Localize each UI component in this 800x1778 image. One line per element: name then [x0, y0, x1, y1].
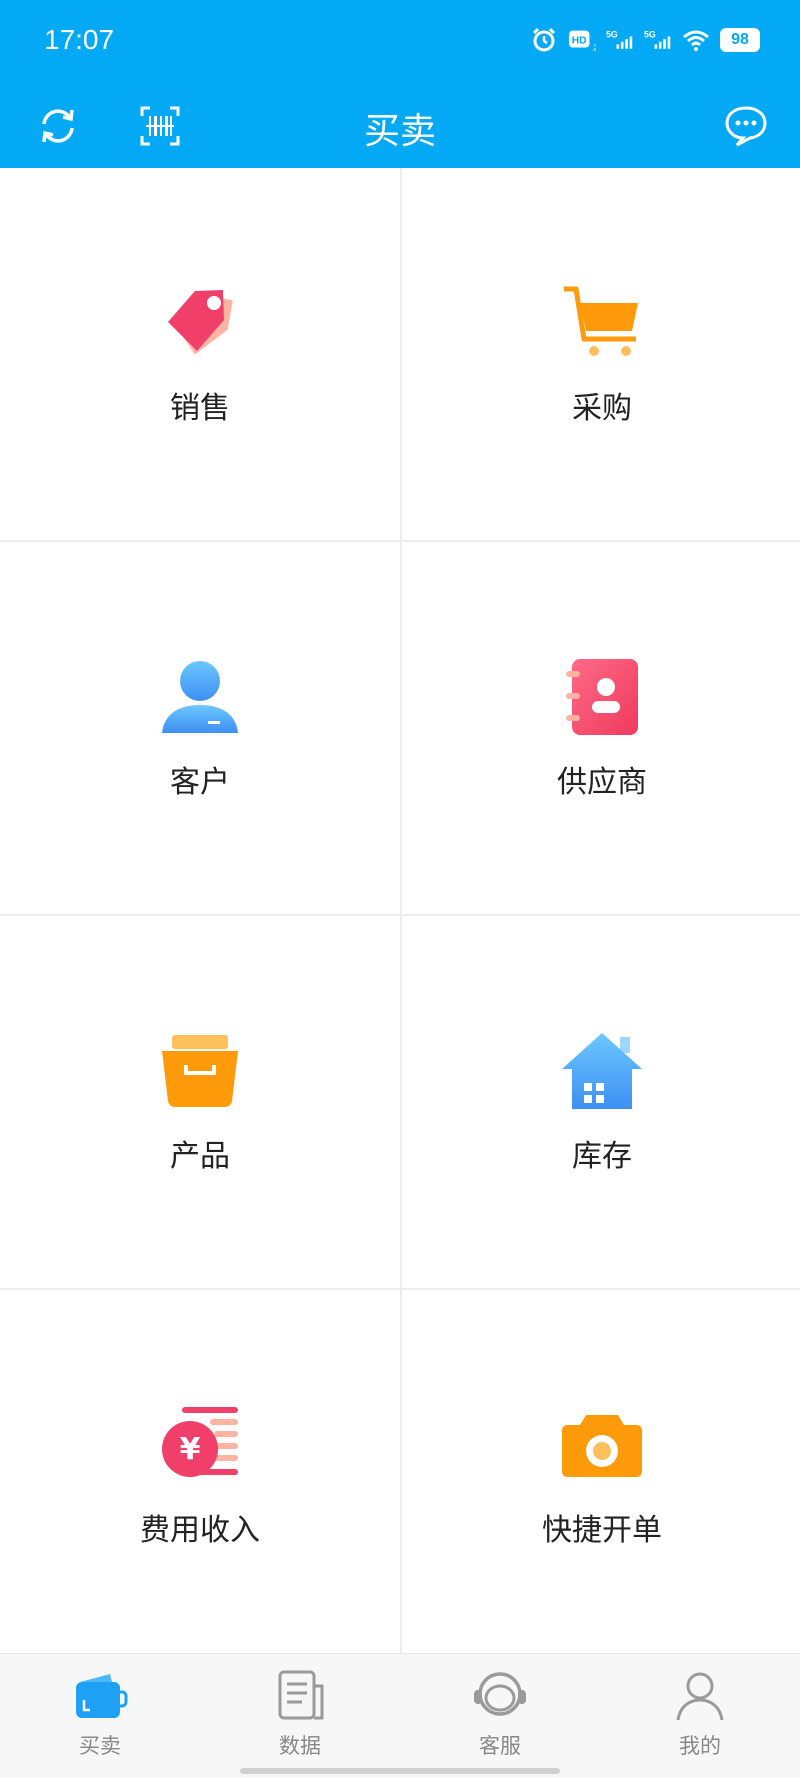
wifi-icon [682, 26, 710, 54]
status-time: 17:07 [44, 24, 115, 55]
svg-text:5G: 5G [644, 29, 656, 39]
tile-label: 库存 [572, 1139, 632, 1174]
tile-sales[interactable]: 销售 [0, 168, 400, 540]
feature-grid: 销售 采购 客户 供应商 产品 库存 ¥ 费用收入 快捷开单 [0, 168, 800, 1662]
wallet-icon [76, 1674, 128, 1718]
tile-label: 快捷开单 [542, 1513, 662, 1548]
contact-book-icon [566, 659, 638, 735]
battery-icon: 98 [720, 28, 760, 52]
tab-label: 客服 [479, 1734, 521, 1758]
tile-purchase[interactable]: 采购 [402, 168, 800, 540]
tab-buy-sell[interactable]: 买卖 [0, 1654, 200, 1778]
status-bar: 17:07 HD 2 5G 5G 98 [0, 0, 800, 84]
tab-label: 数据 [279, 1734, 321, 1758]
camera-icon [562, 1415, 642, 1477]
tile-label: 供应商 [557, 765, 647, 800]
tile-expense-income[interactable]: ¥ 费用收入 [0, 1290, 400, 1662]
yuan-coin-icon: ¥ [162, 1407, 238, 1477]
hd-icon: HD 2 [568, 26, 596, 54]
headset-icon [474, 1672, 526, 1716]
tab-mine[interactable]: 我的 [600, 1654, 800, 1778]
tile-supplier[interactable]: 供应商 [402, 542, 800, 914]
bottom-tab-bar: 买卖 数据 客服 我的 [0, 1653, 800, 1778]
svg-text:2: 2 [593, 42, 596, 52]
alarm-icon [530, 26, 558, 54]
message-icon[interactable] [720, 100, 772, 152]
svg-text:5G: 5G [606, 29, 618, 39]
tile-inventory[interactable]: 库存 [402, 916, 800, 1288]
price-tag-icon [168, 290, 233, 355]
home-indicator [240, 1768, 560, 1774]
status-icons: HD 2 5G 5G 98 [530, 26, 760, 54]
signal-5g-icon: 5G [644, 26, 672, 54]
page-title: 买卖 [363, 111, 436, 152]
app-bar: 买卖 [0, 84, 800, 168]
product-box-icon [162, 1035, 238, 1107]
tab-data[interactable]: 数据 [200, 1654, 400, 1778]
document-icon [278, 1670, 324, 1720]
tile-label: 销售 [170, 391, 230, 426]
shopping-cart-icon [564, 286, 638, 356]
svg-text:HD: HD [572, 36, 587, 47]
tab-label: 买卖 [79, 1734, 121, 1758]
tab-customer-service[interactable]: 客服 [400, 1654, 600, 1778]
tile-label: 客户 [170, 765, 230, 800]
signal-5g-icon: 5G [606, 26, 634, 54]
profile-icon [676, 1672, 724, 1721]
warehouse-house-icon [562, 1033, 642, 1109]
tile-label: 产品 [170, 1139, 230, 1174]
customer-icon [162, 661, 238, 733]
tab-label: 我的 [679, 1734, 721, 1758]
tile-customer[interactable]: 客户 [0, 542, 400, 914]
tile-quick-order[interactable]: 快捷开单 [402, 1290, 800, 1662]
svg-text:¥: ¥ [180, 1432, 201, 1467]
tile-label: 采购 [572, 391, 632, 426]
tile-label: 费用收入 [140, 1513, 260, 1548]
tile-product[interactable]: 产品 [0, 916, 400, 1288]
